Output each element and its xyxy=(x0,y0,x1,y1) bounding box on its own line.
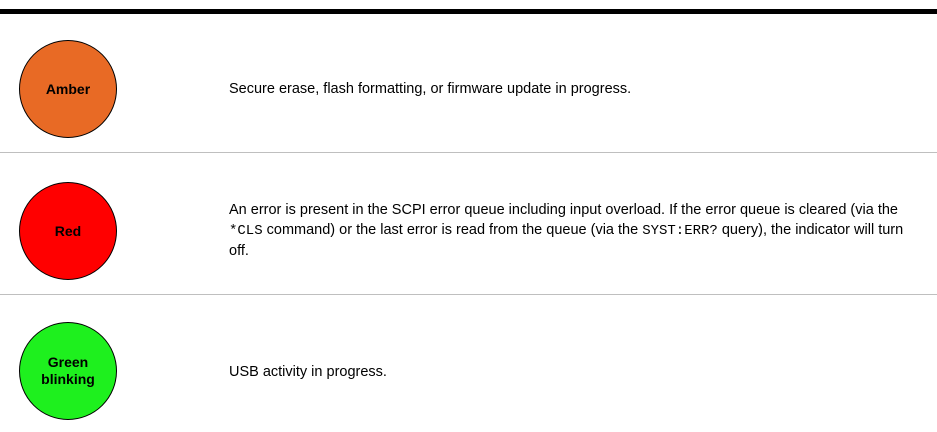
red-indicator-icon: Red xyxy=(19,182,117,280)
description-text: command) or the last error is read from … xyxy=(262,222,643,238)
indicator-label: Amber xyxy=(45,80,91,97)
green-blinking-description: USB activity in progress. xyxy=(229,362,921,382)
description-text: An error is present in the SCPI error qu… xyxy=(229,202,898,218)
amber-indicator-icon: Amber xyxy=(19,40,117,138)
indicator-label: blinking xyxy=(41,371,95,387)
indicator-label: Red xyxy=(54,222,82,239)
indicator-label: Green xyxy=(47,354,89,370)
row-divider xyxy=(0,152,937,153)
description-text: Secure erase, flash formatting, or firmw… xyxy=(229,81,632,97)
cls-command: *CLS xyxy=(229,223,263,239)
amber-description: Secure erase, flash formatting, or firmw… xyxy=(229,79,921,99)
description-text: USB activity in progress. xyxy=(229,364,387,380)
row-divider xyxy=(0,294,937,295)
syst-err-query: SYST:ERR? xyxy=(642,223,718,239)
top-rule xyxy=(0,9,937,14)
red-description: An error is present in the SCPI error qu… xyxy=(229,200,921,261)
green-blinking-indicator-icon: Green blinking xyxy=(19,322,117,420)
